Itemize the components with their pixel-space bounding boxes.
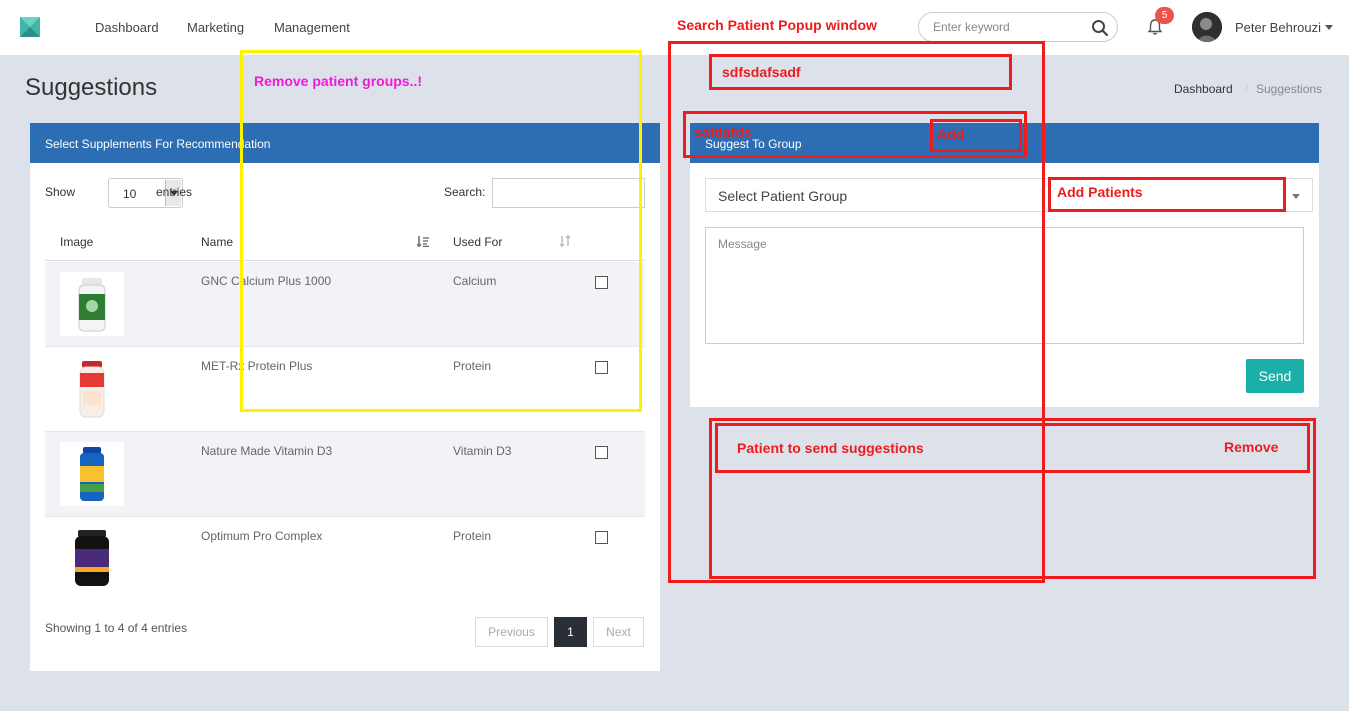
breadcrumb-separator: / (1245, 82, 1249, 96)
white-bottle-green-label-icon (78, 278, 106, 332)
keyword-search-input[interactable] (933, 20, 1083, 34)
product-name: Optimum Pro Complex (201, 529, 323, 543)
pager-next-button[interactable]: Next (593, 617, 644, 647)
pager-page-1-button[interactable]: 1 (554, 617, 587, 647)
keyword-search (918, 12, 1118, 42)
annotation-remove-text: Remove (1224, 439, 1279, 455)
annotation-entry-text: safdafds (694, 124, 752, 140)
pager-previous-button[interactable]: Previous (475, 617, 548, 647)
column-header-name[interactable]: Name (201, 235, 233, 249)
send-button[interactable]: Send (1246, 359, 1304, 393)
product-name: Nature Made Vitamin D3 (201, 444, 333, 458)
select-checkbox[interactable] (595, 531, 608, 544)
product-image (60, 527, 124, 591)
select-checkbox[interactable] (595, 446, 608, 459)
annotation-popup-title: Search Patient Popup window (677, 17, 877, 33)
show-label: Show (45, 185, 76, 199)
app-logo-icon[interactable] (20, 17, 40, 37)
table-info: Showing 1 to 4 of 4 entries (45, 621, 188, 635)
avatar[interactable] (1192, 12, 1222, 42)
annotation-remove-groups-text: Remove patient groups..! (254, 73, 423, 89)
page-title: Suggestions (25, 74, 158, 101)
annotation-add-text: Add (937, 126, 965, 142)
blue-bottle-yellow-label-icon (80, 447, 104, 501)
table-row: Nature Made Vitamin D3 Vitamin D3 (45, 432, 645, 517)
chevron-down-icon[interactable] (1325, 25, 1333, 30)
search-icon[interactable] (1091, 19, 1109, 37)
breadcrumb-suggestions: Suggestions (1256, 82, 1323, 96)
product-image (60, 357, 124, 421)
entries-label: entries (156, 185, 193, 199)
product-image (60, 272, 124, 336)
nav-dashboard[interactable]: Dashboard (95, 20, 159, 35)
chevron-down-icon[interactable] (1292, 194, 1300, 199)
table-row: Optimum Pro Complex Protein (45, 517, 645, 602)
product-image (60, 442, 124, 506)
user-name[interactable]: Peter Behrouzi (1235, 20, 1321, 35)
annotation-patient-list-text: Patient to send suggestions (737, 440, 924, 456)
annotation-add-patients-text: Add Patients (1057, 184, 1143, 200)
product-used-for: Protein (453, 529, 492, 543)
white-jar-red-label-icon (79, 361, 105, 418)
annotation-remove-groups-frame (240, 50, 642, 412)
breadcrumb-dashboard[interactable]: Dashboard (1174, 82, 1233, 96)
annotation-search-text: sdfsdafsadf (722, 64, 801, 80)
entries-select-value: 10 (123, 187, 137, 201)
column-header-image: Image (60, 235, 94, 249)
product-used-for: Vitamin D3 (453, 444, 512, 458)
notification-badge: 5 (1155, 7, 1174, 24)
black-tub-purple-label-icon (75, 530, 109, 586)
nav-management[interactable]: Management (274, 20, 350, 35)
nav-marketing[interactable]: Marketing (187, 20, 244, 35)
